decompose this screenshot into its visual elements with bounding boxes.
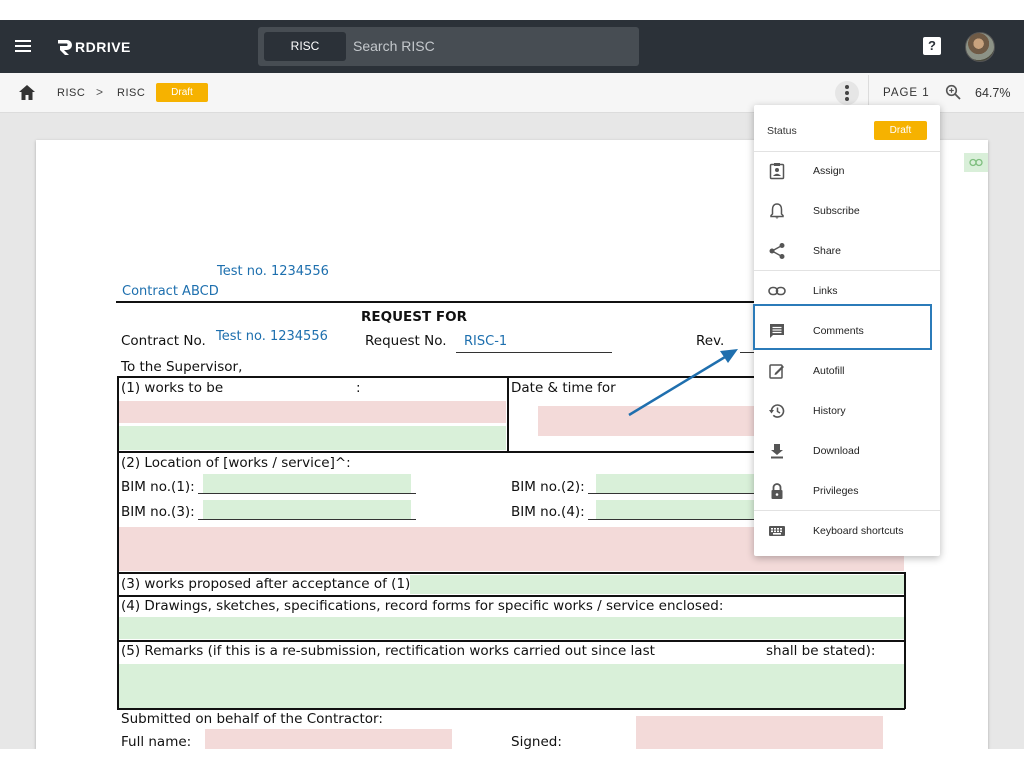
shall-be-stated: shall be stated): [766,643,876,659]
breadcrumb-item-1[interactable]: RISC [57,87,85,99]
breadcrumb-separator: > [96,85,104,99]
bim1-underline [198,493,416,494]
menu-item-label: Privileges [813,485,859,497]
row-divider-1 [117,451,757,453]
bim4-label: BIM no.(4): [511,504,585,520]
works-colon: : [356,380,361,396]
search-bar: RISC [258,27,639,66]
menu-status-badge[interactable]: Draft [874,121,927,140]
menu-item-download[interactable]: Download [754,431,940,471]
works-field-1[interactable] [119,401,506,423]
menu-item-label: Subscribe [813,205,860,217]
comments-highlight [753,304,932,350]
menu-item-assign[interactable]: Assign [754,151,940,191]
contract-no-value[interactable]: Test no. 1234556 [216,329,328,344]
request-no-label: Request No. [365,333,447,349]
assign-icon [769,163,785,180]
works-proposed-field[interactable] [410,575,904,594]
menu-item-keyboard-shortcuts[interactable]: Keyboard shortcuts [754,511,940,551]
bim4-underline [588,519,756,520]
bottom-margin [0,749,1024,768]
screen: RDRIVE RISC ? RISC > RISC Draft PAGE 1 6… [0,0,1024,768]
to-supervisor: To the Supervisor, [121,359,243,375]
status-badge: Draft [156,83,208,102]
page-indicator: PAGE 1 [883,87,930,99]
row-divider-4 [117,640,905,642]
contract-no-label: Contract No. [121,333,206,349]
logo-text: RDRIVE [75,39,131,55]
signature-field[interactable] [636,716,883,749]
bell-icon [770,203,784,219]
logo-icon [58,40,72,55]
hamburger-menu-icon[interactable] [12,35,34,57]
lock-icon [771,483,783,499]
menu-item-label: Links [813,285,838,297]
bim2-label: BIM no.(2): [511,479,585,495]
avatar[interactable] [965,32,995,62]
row-divider-3 [117,595,905,597]
callout-arrow [628,349,738,417]
submitted-label: Submitted on behalf of the Contractor: [121,711,383,727]
works-to-be-label: (1) works to be [121,380,224,396]
app-logo[interactable]: RDRIVE [55,36,131,58]
history-icon [769,404,785,418]
bim2-field[interactable] [596,474,756,493]
bim2-underline [588,493,756,494]
bim3-underline [198,519,416,520]
table-bottom-border [117,708,905,710]
edit-icon [769,364,784,379]
contract-name: Contract ABCD [122,284,219,299]
app-bar: RDRIVE RISC ? [0,20,1024,73]
menu-item-privileges[interactable]: Privileges [754,471,940,511]
request-no-value[interactable]: RISC-1 [464,334,507,349]
search-scope-chip[interactable]: RISC [264,32,346,61]
menu-item-label: Download [813,445,860,457]
share-icon [769,243,785,259]
menu-item-label: History [813,405,846,417]
search-input[interactable] [353,36,623,56]
location-label: (2) Location of [works / service]^: [121,455,351,471]
menu-item-history[interactable]: History [754,391,940,431]
header-rule [116,301,756,303]
link-icon [969,158,983,167]
remarks-field[interactable] [119,664,904,708]
menu-status-label: Status [767,125,797,137]
zoom-level[interactable]: 64.7% [975,86,1010,100]
menu-item-label: Assign [813,165,845,177]
row-divider-2 [117,572,905,574]
menu-item-label: Share [813,245,842,257]
menu-item-label: Autofill [813,365,845,377]
breadcrumb-item-2[interactable]: RISC [117,87,145,99]
link-annotation[interactable] [964,153,988,172]
signed-label: Signed: [511,734,562,750]
home-icon[interactable] [18,84,36,101]
menu-item-share[interactable]: Share [754,231,940,271]
help-icon[interactable]: ? [923,37,941,55]
bim1-label: BIM no.(1): [121,479,195,495]
form-title: REQUEST FOR [361,309,468,325]
menu-item-autofill[interactable]: Autofill [754,351,940,391]
download-icon [771,444,783,459]
bim1-field[interactable] [203,474,411,493]
request-no-underline [456,352,612,353]
bim4-field[interactable] [596,500,756,519]
zoom-icon[interactable] [945,84,961,100]
link-icon [768,286,786,296]
more-vert-icon[interactable] [835,81,859,105]
full-name-label: Full name: [121,734,192,750]
full-name-field[interactable] [205,729,452,749]
works-proposed-label: (3) works proposed after acceptance of (… [121,576,415,592]
menu-item-subscribe[interactable]: Subscribe [754,191,940,231]
keyboard-icon [769,526,785,536]
table-col-divider [507,376,509,451]
drawings-field[interactable] [119,617,904,639]
works-field-2[interactable] [119,426,506,450]
bim3-field[interactable] [203,500,411,519]
drawings-label: (4) Drawings, sketches, specifications, … [121,598,724,614]
remarks-label: (5) Remarks (if this is a re-submission,… [121,643,655,659]
test-no-header: Test no. 1234556 [217,264,329,279]
menu-item-label: Keyboard shortcuts [813,525,904,537]
bim3-label: BIM no.(3): [121,504,195,520]
